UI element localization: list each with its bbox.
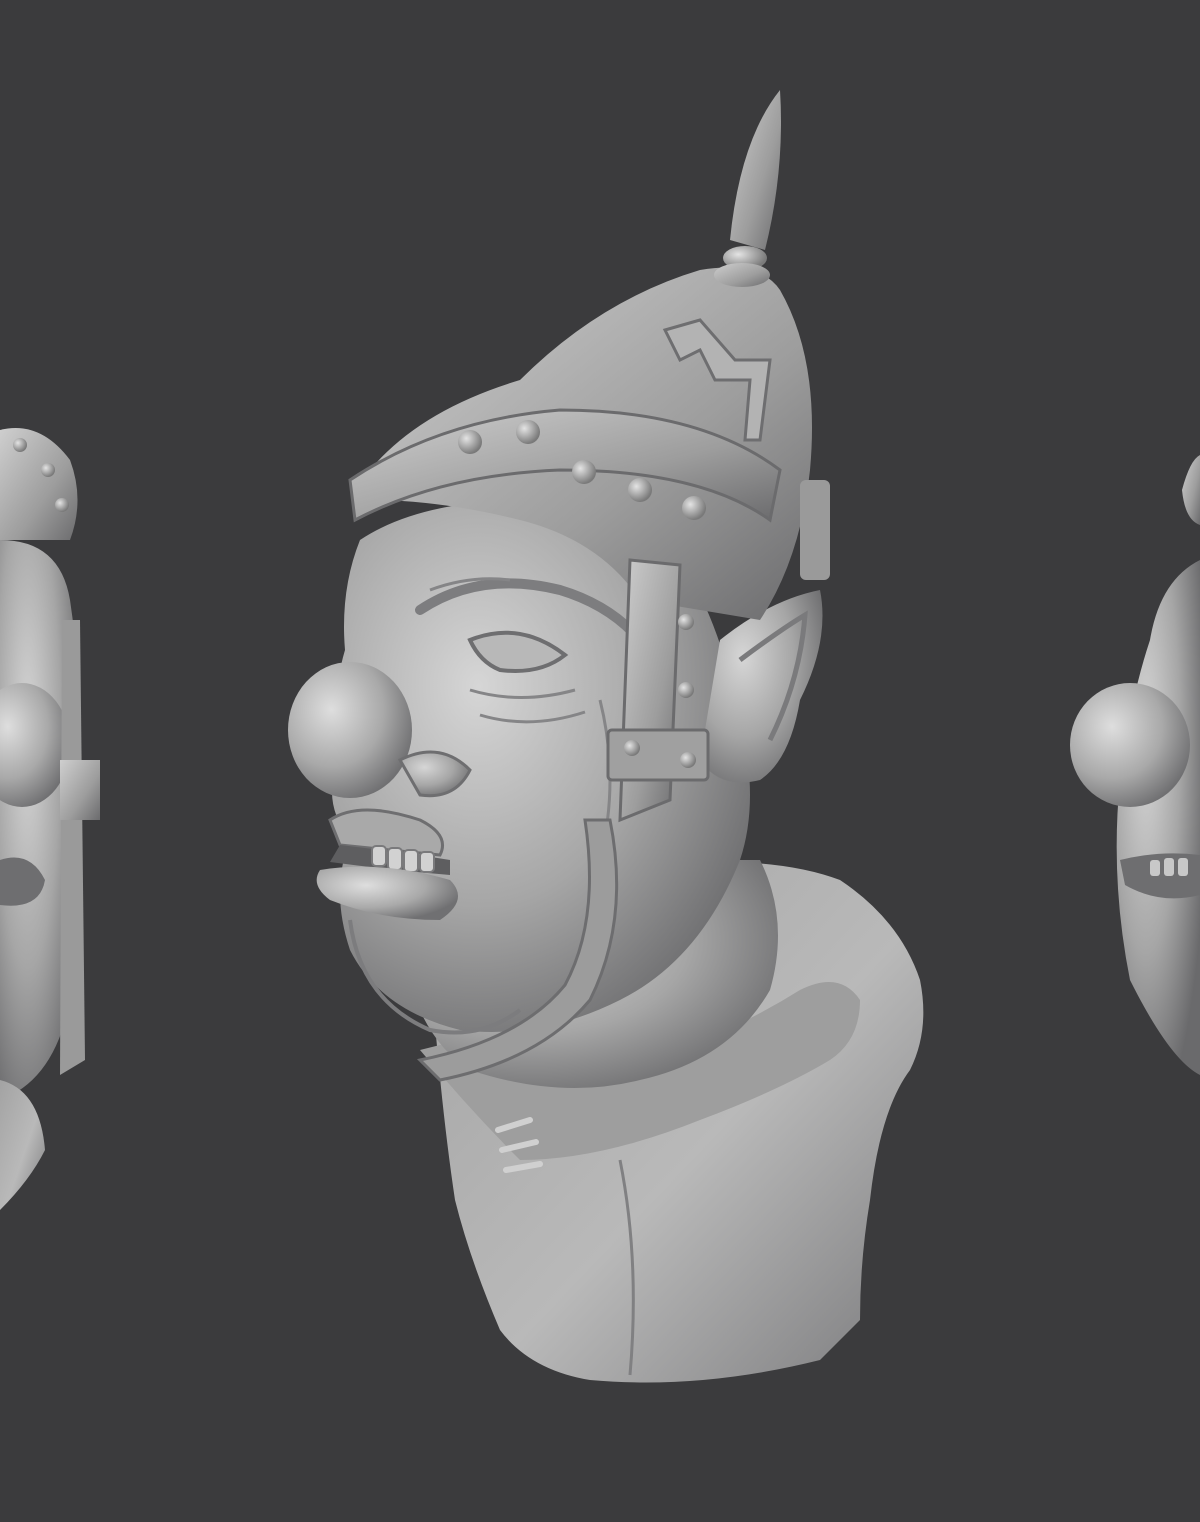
left-body bbox=[0, 1080, 45, 1210]
sculpt-render-canvas bbox=[0, 90, 1200, 1383]
left-strap bbox=[60, 620, 85, 1075]
left-partial-view bbox=[0, 428, 100, 1210]
left-helmet-brim bbox=[0, 428, 78, 540]
right-nose bbox=[1070, 683, 1190, 807]
right-head bbox=[1116, 560, 1200, 1075]
goblin-nose bbox=[288, 662, 412, 798]
helmet-spike bbox=[730, 90, 781, 250]
right-partial-view bbox=[1070, 455, 1200, 1075]
left-buckle bbox=[60, 760, 100, 820]
right-helmet-brim bbox=[1182, 455, 1200, 525]
center-side-view bbox=[288, 90, 924, 1383]
helmet-side-rim bbox=[800, 480, 830, 580]
render-viewport bbox=[0, 0, 1200, 1522]
